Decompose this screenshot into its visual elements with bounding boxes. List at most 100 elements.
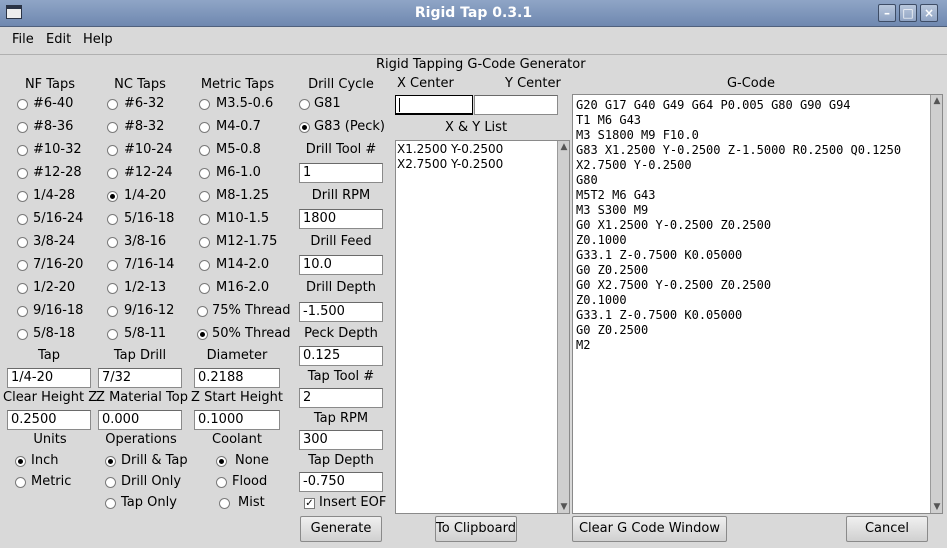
metric-tap-radio[interactable]: [199, 168, 210, 179]
metric-tap-radio[interactable]: [199, 237, 210, 248]
tap-rpm-field[interactable]: 300: [299, 430, 383, 450]
drill-rpm-label: Drill RPM: [311, 188, 371, 203]
scroll-down-icon[interactable]: ▼: [932, 502, 942, 512]
nc-tap-radio[interactable]: [107, 329, 118, 340]
nf-tap-radio[interactable]: [17, 260, 28, 271]
thread-75-radio[interactable]: [197, 306, 208, 317]
thread-50-radio[interactable]: [197, 329, 208, 340]
metric-tap-radio[interactable]: [199, 145, 210, 156]
coolant-mist-radio[interactable]: [219, 498, 230, 509]
metric-tap-label: M10-1.5: [216, 211, 270, 226]
nf-tap-radio[interactable]: [17, 122, 28, 133]
nf-tap-label: #12-28: [33, 165, 82, 180]
nc-tap-radio[interactable]: [107, 237, 118, 248]
nc-tap-radio[interactable]: [107, 145, 118, 156]
g81-radio[interactable]: [299, 99, 310, 110]
tap-drill-label: Tap Drill: [113, 348, 167, 363]
coolant-flood-radio[interactable]: [216, 477, 227, 488]
nf-tap-radio[interactable]: [17, 145, 28, 156]
op-tap-only-radio[interactable]: [105, 498, 116, 509]
thread-50-label: 50% Thread: [212, 326, 291, 341]
maximize-icon[interactable]: □: [899, 4, 917, 22]
nf-tap-radio[interactable]: [17, 214, 28, 225]
window-title: Rigid Tap 0.3.1: [414, 5, 533, 21]
to-clipboard-button[interactable]: To Clipboard: [435, 516, 517, 542]
nc-tap-radio[interactable]: [107, 260, 118, 271]
nc-tap-label: 1/4-20: [124, 188, 167, 203]
nf-tap-radio[interactable]: [17, 237, 28, 248]
nf-tap-label: #6-40: [33, 96, 74, 111]
nf-tap-radio[interactable]: [17, 283, 28, 294]
diameter-field[interactable]: 0.2188: [194, 368, 280, 388]
minimize-icon[interactable]: –: [878, 4, 896, 22]
material-top-field[interactable]: 0.000: [98, 410, 182, 430]
coolant-mist-label: Mist: [238, 495, 265, 510]
nc-tap-radio[interactable]: [107, 191, 118, 202]
drill-rpm-field[interactable]: 1800: [299, 209, 383, 229]
metric-tap-radio[interactable]: [199, 122, 210, 133]
insert-eof-checkbox[interactable]: ✓: [304, 498, 315, 509]
nc-tap-label: 5/16-18: [124, 211, 175, 226]
drill-depth-field[interactable]: -1.500: [299, 302, 383, 322]
tap-drill-field[interactable]: 7/32: [98, 368, 182, 388]
scroll-up-icon[interactable]: ▲: [559, 142, 569, 152]
metric-tap-radio[interactable]: [199, 191, 210, 202]
tap-field[interactable]: 1/4-20: [7, 368, 91, 388]
xy-list-scrollbar[interactable]: ▲ ▼: [557, 141, 569, 513]
scroll-down-icon[interactable]: ▼: [559, 502, 569, 512]
x-center-label: X Center: [397, 76, 454, 91]
x-center-input[interactable]: [395, 95, 473, 115]
xy-list[interactable]: X1.2500 Y-0.2500 X2.7500 Y-0.2500 ▲ ▼: [395, 140, 570, 514]
tap-tool-field[interactable]: 2: [299, 388, 383, 408]
units-metric-radio[interactable]: [15, 477, 26, 488]
units-metric-label: Metric: [31, 474, 72, 489]
start-height-field[interactable]: 0.1000: [194, 410, 280, 430]
nc-tap-radio[interactable]: [107, 99, 118, 110]
generate-button[interactable]: Generate: [300, 516, 382, 542]
nc-tap-radio[interactable]: [107, 214, 118, 225]
menu-file[interactable]: File: [12, 32, 34, 47]
nf-tap-radio[interactable]: [17, 306, 28, 317]
nf-tap-radio[interactable]: [17, 168, 28, 179]
nc-tap-label: #12-24: [124, 165, 173, 180]
nf-tap-radio[interactable]: [17, 191, 28, 202]
clear-height-field[interactable]: 0.2500: [7, 410, 91, 430]
g83-radio[interactable]: [299, 122, 310, 133]
nc-tap-radio[interactable]: [107, 168, 118, 179]
nc-tap-radio[interactable]: [107, 122, 118, 133]
metric-tap-radio[interactable]: [199, 283, 210, 294]
close-icon[interactable]: ×: [920, 4, 938, 22]
clear-gcode-button[interactable]: Clear G Code Window: [572, 516, 727, 542]
nc-tap-label: 9/16-12: [124, 303, 175, 318]
drill-tool-field[interactable]: 1: [299, 163, 383, 183]
drill-feed-field[interactable]: 10.0: [299, 255, 383, 275]
tap-rpm-label: Tap RPM: [313, 411, 369, 426]
nc-tap-label: #6-32: [124, 96, 165, 111]
scroll-up-icon[interactable]: ▲: [932, 96, 942, 106]
coolant-none-radio[interactable]: [216, 456, 227, 467]
peck-depth-field[interactable]: 0.125: [299, 346, 383, 366]
tap-depth-field[interactable]: -0.750: [299, 472, 383, 492]
op-drill-only-radio[interactable]: [105, 477, 116, 488]
peck-depth-label: Peck Depth: [304, 326, 378, 341]
nf-tap-radio[interactable]: [17, 329, 28, 340]
units-inch-radio[interactable]: [15, 456, 26, 467]
metric-tap-radio[interactable]: [199, 260, 210, 271]
thread-75-label: 75% Thread: [212, 303, 291, 318]
op-drill-tap-radio[interactable]: [105, 456, 116, 467]
gcode-scrollbar[interactable]: ▲ ▼: [930, 95, 942, 513]
nc-tap-radio[interactable]: [107, 306, 118, 317]
metric-tap-label: M5-0.8: [216, 142, 261, 157]
diameter-label: Diameter: [206, 348, 268, 363]
metric-tap-label: M14-2.0: [216, 257, 270, 272]
cancel-button[interactable]: Cancel: [846, 516, 928, 542]
metric-tap-radio[interactable]: [199, 214, 210, 225]
metric-tap-radio[interactable]: [199, 99, 210, 110]
nc-tap-radio[interactable]: [107, 283, 118, 294]
menu-edit[interactable]: Edit: [46, 32, 71, 47]
nc-tap-label: #8-32: [124, 119, 165, 134]
menu-help[interactable]: Help: [83, 32, 113, 47]
y-center-input[interactable]: [474, 95, 558, 115]
nf-tap-radio[interactable]: [17, 99, 28, 110]
gcode-text-area[interactable]: G20 G17 G40 G49 G64 P0.005 G80 G90 G94 T…: [572, 94, 943, 514]
